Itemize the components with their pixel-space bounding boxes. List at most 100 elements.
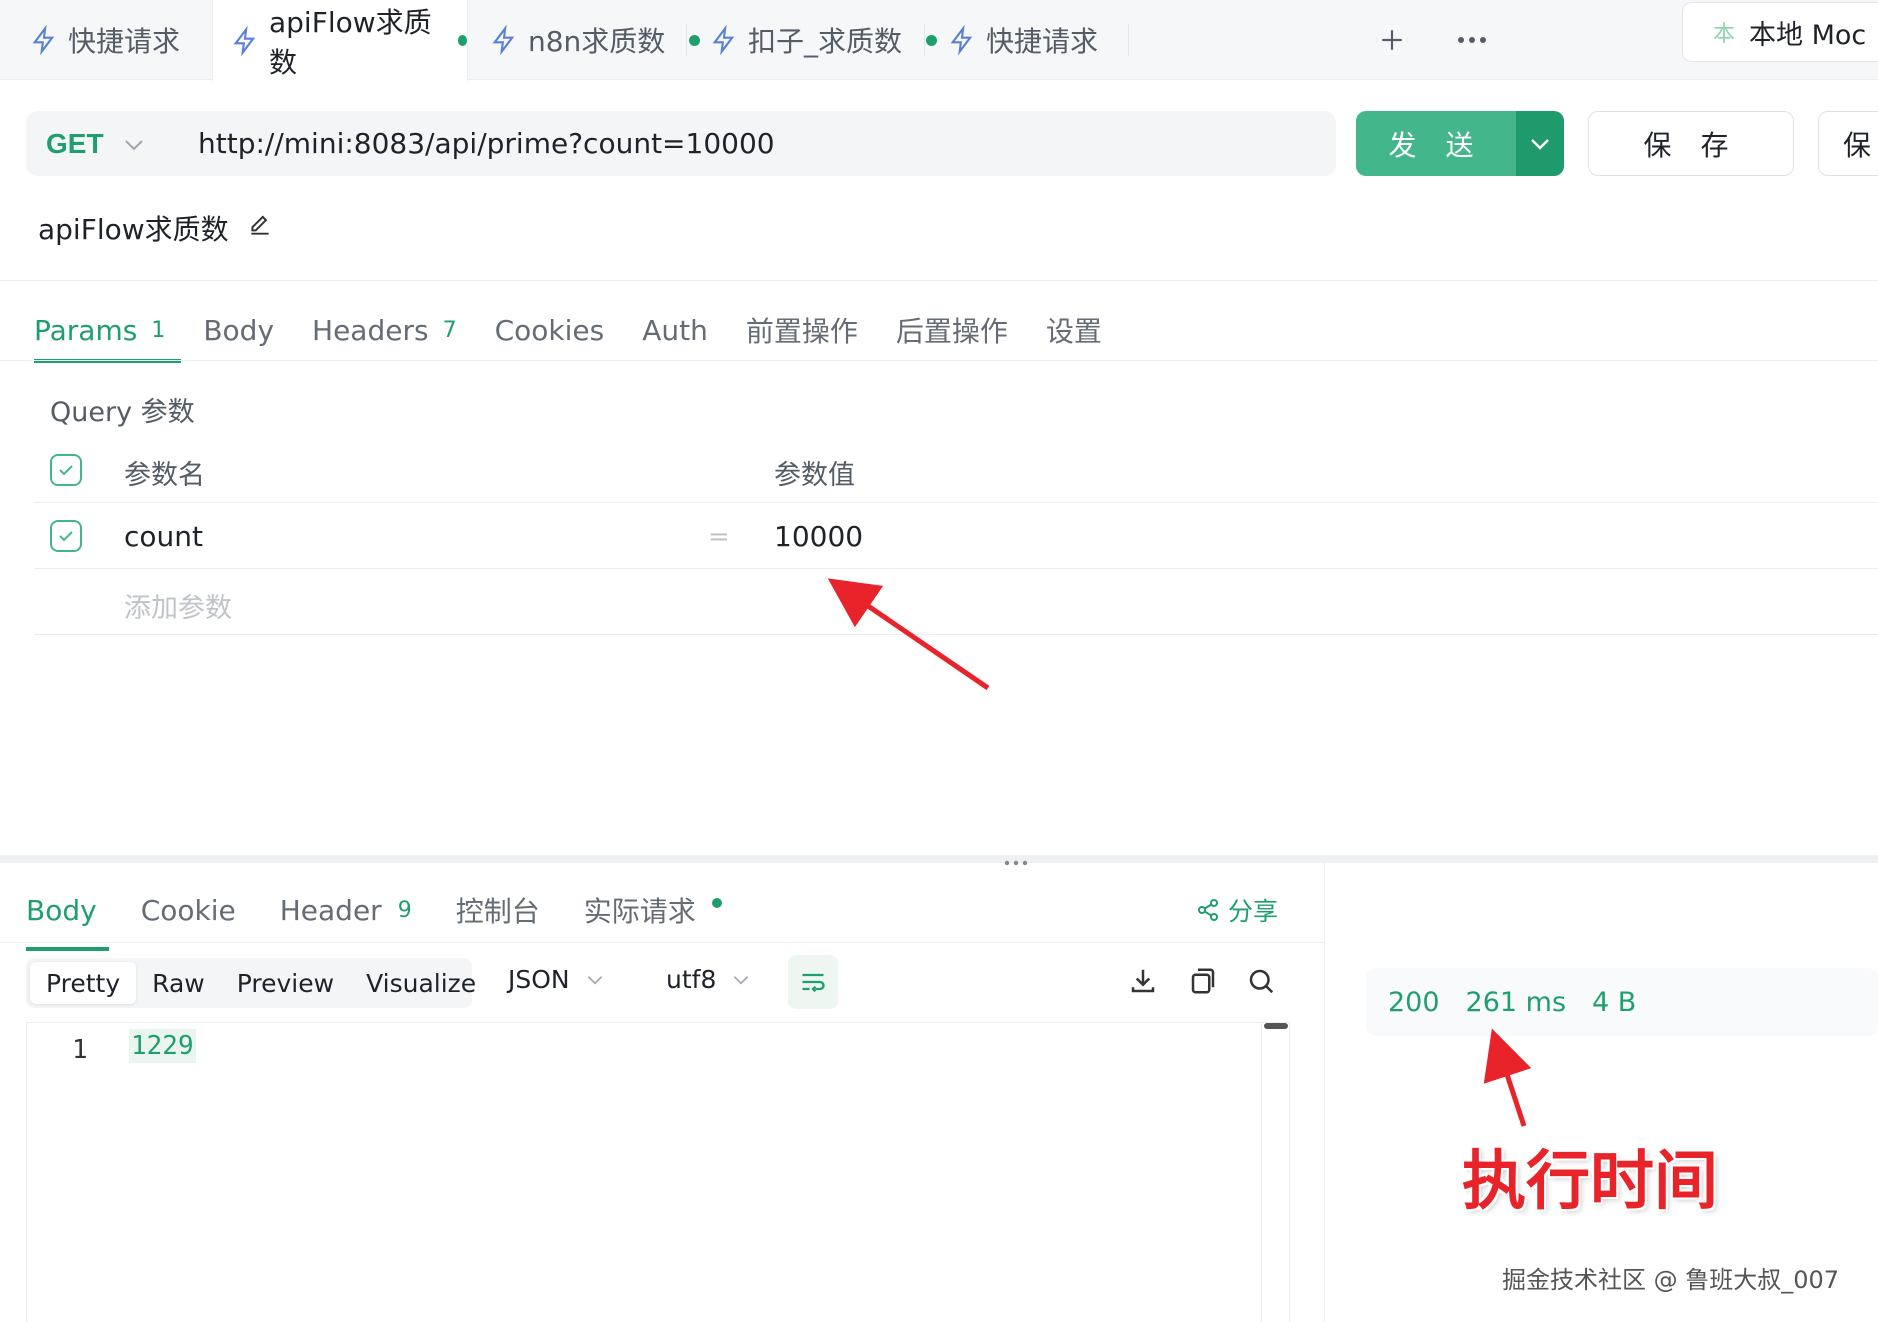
unsaved-dot [689, 34, 701, 46]
tab-quick-request-2[interactable]: 快捷请求 [948, 0, 1098, 80]
search-icon[interactable] [1246, 966, 1276, 996]
tab-quick-request-1[interactable]: 快捷请求 [30, 0, 180, 80]
param-name[interactable]: count [124, 520, 203, 553]
response-body-content: 1229 [129, 1029, 196, 1063]
column-header-name: 参数名 [124, 460, 205, 491]
unsaved-dot [457, 35, 467, 46]
environment-selector[interactable]: 本 本地 Moc [1682, 2, 1878, 62]
query-params-title: Query 参数 [50, 397, 195, 428]
scrollbar-thumb[interactable] [1264, 1023, 1288, 1029]
tab-label: Header [279, 893, 382, 927]
response-status: 200 261 ms 4 B [1366, 968, 1878, 1036]
view-raw-button[interactable]: Raw [136, 962, 221, 1004]
tab-label: 设置 [1045, 315, 1102, 348]
select-all-checkbox[interactable] [50, 454, 82, 486]
tab-kouzi-prime[interactable]: 扣子_求质数 [710, 0, 938, 80]
lightning-icon [490, 24, 518, 56]
app-window: 快捷请求 apiFlow求质数 n8n求质数 扣子_求质数 快捷请求 本 本地 … [0, 0, 1878, 1322]
line-number: 1 [72, 1035, 88, 1065]
encoding-label: utf8 [666, 965, 717, 994]
method-label: GET [46, 127, 104, 159]
chevron-down-icon [124, 131, 144, 157]
view-visualize-button[interactable]: Visualize [350, 962, 492, 1004]
tab-label: Auth [642, 313, 708, 347]
word-wrap-toggle[interactable] [788, 955, 838, 1009]
tab-label: n8n求质数 [528, 25, 666, 58]
tab-label: Body [203, 313, 275, 347]
method-select[interactable]: GET [26, 128, 198, 160]
encoding-select[interactable]: utf8 [666, 965, 750, 994]
tab-separator [924, 24, 925, 56]
lightning-icon [710, 24, 738, 56]
add-tab-button[interactable] [1368, 16, 1416, 64]
send-options-button[interactable] [1516, 111, 1564, 176]
add-param-input[interactable]: 添加参数 [124, 586, 232, 625]
url-input[interactable] [198, 127, 1298, 160]
tab-separator [686, 24, 687, 56]
response-size: 4 B [1592, 986, 1637, 1018]
share-icon [1198, 899, 1218, 921]
copy-icon[interactable] [1188, 966, 1218, 996]
tab-label: 快捷请求 [986, 25, 1099, 58]
column-header-value: 参数值 [774, 460, 855, 491]
drag-handle-icon[interactable] [1004, 847, 1028, 871]
tab-params[interactable]: Params 1 [34, 300, 182, 363]
editor-scrollbar[interactable] [1261, 1023, 1289, 1322]
divider [34, 502, 1878, 503]
request-tabs: Params 1 Body Headers 7 Cookies Auth 前置操… [34, 300, 1140, 363]
share-button[interactable]: 分享 [1196, 885, 1278, 935]
response-tab-console[interactable]: 控制台 [456, 875, 540, 945]
tab-headers[interactable]: Headers 7 [312, 300, 457, 360]
response-tab-body[interactable]: Body [26, 875, 109, 951]
count-badge: 1 [151, 317, 166, 343]
count-badge: 9 [397, 897, 412, 923]
count-badge: 7 [442, 317, 457, 343]
tab-label: 扣子_求质数 [748, 25, 903, 58]
tab-settings[interactable]: 设置 [1046, 300, 1102, 360]
ellipsis-icon [1458, 37, 1486, 43]
param-value[interactable]: 10000 [774, 520, 863, 553]
response-tab-actual-request[interactable]: 实际请求 [584, 875, 722, 945]
indicator-dot [711, 898, 722, 908]
plus-icon [1382, 30, 1402, 50]
more-tabs-button[interactable] [1448, 16, 1496, 64]
save-button[interactable]: 保 存 [1588, 111, 1794, 176]
tab-separator [1128, 24, 1129, 56]
panel-splitter[interactable] [0, 855, 1878, 863]
view-pretty-button[interactable]: Pretty [30, 962, 137, 1004]
view-mode-group: Pretty Raw Preview Visualize [26, 958, 476, 1008]
format-select[interactable]: JSON [508, 965, 604, 994]
chevron-down-icon [587, 975, 602, 985]
send-button[interactable]: 发 送 [1356, 111, 1516, 176]
environment-label: 本地 Moc [1749, 19, 1867, 51]
tab-pre-request[interactable]: 前置操作 [746, 300, 858, 360]
edit-icon[interactable] [247, 212, 273, 245]
tab-post-request[interactable]: 后置操作 [896, 300, 1008, 360]
tab-auth[interactable]: Auth [642, 300, 708, 360]
response-tab-header[interactable]: Header 9 [280, 875, 412, 945]
chevron-down-icon [1531, 138, 1549, 150]
tab-n8n-prime[interactable]: n8n求质数 [490, 0, 701, 80]
tab-body[interactable]: Body [203, 300, 274, 360]
response-body-editor[interactable]: 1 1229 [26, 1022, 1290, 1322]
tab-apiflow-prime[interactable]: apiFlow求质数 [212, 0, 468, 81]
tab-label: Params [34, 313, 138, 347]
tab-cookies[interactable]: Cookies [495, 300, 605, 360]
send-button-group: 发 送 [1356, 111, 1564, 176]
param-enabled-checkbox[interactable] [50, 520, 82, 552]
download-icon[interactable] [1128, 966, 1158, 996]
annotation-arrow [827, 578, 990, 691]
view-preview-button[interactable]: Preview [221, 962, 350, 1004]
lightning-icon [30, 24, 58, 56]
status-code: 200 [1388, 986, 1440, 1018]
divider [0, 942, 1324, 943]
url-bar: GET [26, 111, 1336, 176]
vertical-divider [1324, 862, 1325, 1322]
tab-label: Body [26, 893, 97, 927]
divider [34, 634, 1878, 635]
save-as-button[interactable]: 保存 [1818, 111, 1878, 176]
response-tabs: Body Cookie Header 9 控制台 实际请求 [26, 875, 766, 951]
response-tab-cookie[interactable]: Cookie [141, 875, 236, 945]
tab-label: Cookie [140, 893, 236, 927]
tab-label: 快捷请求 [68, 25, 181, 58]
